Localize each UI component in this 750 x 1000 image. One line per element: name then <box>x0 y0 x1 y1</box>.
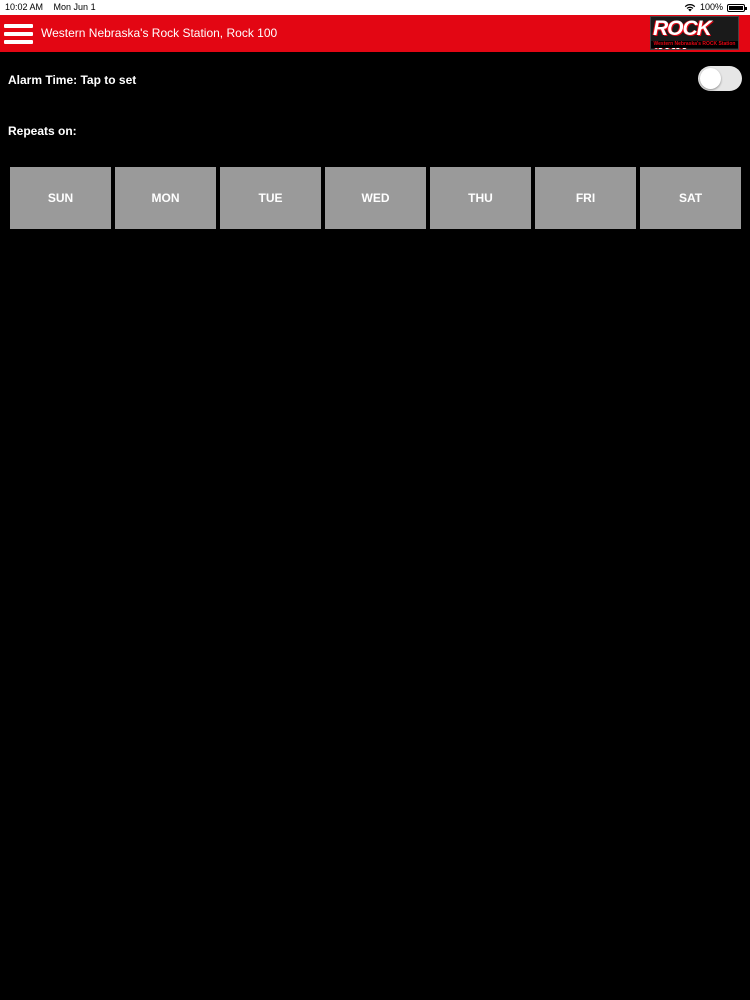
alarm-time-row[interactable]: Alarm Time: Tap to set <box>0 60 750 100</box>
battery-icon <box>727 3 747 12</box>
status-date: Mon Jun 1 <box>53 2 96 12</box>
toggle-knob <box>700 68 721 89</box>
alarm-time-label[interactable]: Alarm Time: Tap to set <box>8 73 136 87</box>
day-button-sun[interactable]: SUN <box>10 167 111 229</box>
day-button-fri[interactable]: FRI <box>535 167 636 229</box>
station-logo: ROCK 100 Western Nebraska's ROCK Station <box>650 16 739 50</box>
status-left: 10:02 AM Mon Jun 1 <box>5 0 104 15</box>
days-row: SUN MON TUE WED THU FRI SAT <box>10 167 741 229</box>
repeats-on-label: Repeats on: <box>8 124 77 138</box>
day-button-thu[interactable]: THU <box>430 167 531 229</box>
logo-sub-text: Western Nebraska's ROCK Station <box>651 41 738 48</box>
status-bar: 10:02 AM Mon Jun 1 100% <box>0 0 750 15</box>
battery-percentage: 100% <box>699 2 723 12</box>
status-right: 100% <box>684 0 747 15</box>
day-button-tue[interactable]: TUE <box>220 167 321 229</box>
page-title: Western Nebraska's Rock Station, Rock 10… <box>41 26 278 40</box>
day-button-sat[interactable]: SAT <box>640 167 741 229</box>
battery-fill <box>729 5 743 10</box>
wifi-icon <box>684 4 696 12</box>
day-button-wed[interactable]: WED <box>325 167 426 229</box>
app-header: Western Nebraska's Rock Station, Rock 10… <box>0 15 750 52</box>
day-button-mon[interactable]: MON <box>115 167 216 229</box>
alarm-toggle[interactable] <box>698 66 742 91</box>
status-time: 10:02 AM <box>5 2 44 12</box>
hamburger-menu-icon[interactable] <box>4 21 33 47</box>
